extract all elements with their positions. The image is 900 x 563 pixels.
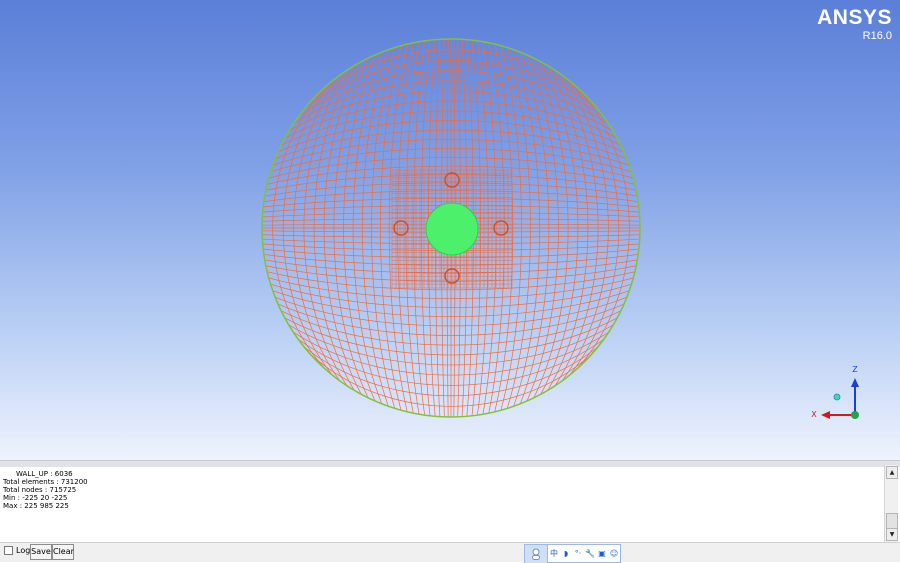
- pane-splitter[interactable]: [0, 460, 900, 467]
- clipboard-icon[interactable]: ▣: [596, 547, 608, 561]
- chinese-mode-icon[interactable]: 中: [548, 547, 560, 561]
- log-checkbox[interactable]: Log: [4, 546, 30, 555]
- brand-name: ANSYS: [817, 6, 892, 30]
- console-scrollbar[interactable]: ▲ ▼: [884, 465, 898, 542]
- mesh-display: Z X: [0, 0, 900, 460]
- console-line: Total elements : 731200: [3, 478, 88, 486]
- save-button[interactable]: Save: [30, 544, 52, 560]
- ime-toolbar: 中 ◗ °· 🔧 ▣ ☺: [524, 544, 621, 563]
- log-label: Log: [16, 546, 30, 555]
- console-output[interactable]: WALL_UP : 6036 Total elements : 731200 T…: [0, 467, 884, 541]
- scroll-down-button[interactable]: ▼: [886, 528, 898, 541]
- console-text: WALL_UP : 6036 Total elements : 731200 T…: [3, 470, 88, 510]
- console-line: Total nodes : 715725: [3, 486, 88, 494]
- moon-icon[interactable]: ◗: [560, 547, 572, 561]
- brand-version: R16.0: [817, 30, 892, 42]
- console-line: Min : -225 20 -225: [3, 494, 88, 502]
- smiley-icon[interactable]: ☺: [608, 547, 620, 561]
- scroll-up-button[interactable]: ▲: [886, 466, 898, 479]
- wrench-icon[interactable]: 🔧: [584, 547, 596, 561]
- console-line: WALL_UP : 6036: [3, 470, 88, 478]
- clear-button[interactable]: Clear: [52, 544, 74, 560]
- ansys-logo: ANSYS R16.0: [817, 6, 892, 42]
- console-controls: Log Save Clear 中 ◗ °· 🔧 ▣ ☺: [0, 542, 900, 562]
- axis-z-label: Z: [852, 365, 858, 374]
- axis-x-label: X: [811, 410, 817, 419]
- wall-up-surface: [426, 203, 478, 255]
- punctuation-icon[interactable]: °·: [572, 547, 584, 561]
- console-line: Max : 225 985 225: [3, 502, 88, 510]
- log-checkbox-box[interactable]: [4, 546, 13, 555]
- axis-triad: Z X: [811, 365, 859, 419]
- ime-avatar-icon[interactable]: [525, 545, 548, 563]
- graphics-viewport[interactable]: Z X ANSYS R16.0: [0, 0, 900, 460]
